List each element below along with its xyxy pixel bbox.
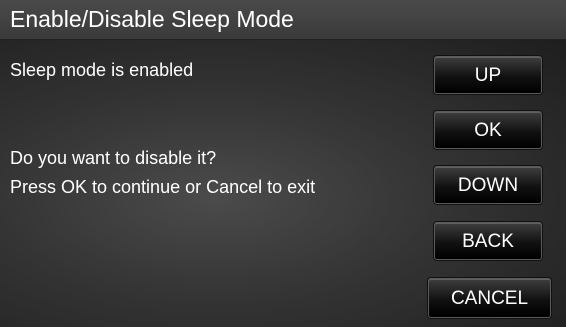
back-button[interactable]: BACK — [434, 222, 542, 260]
disable-question-text: Do you want to disable it? — [10, 148, 217, 168]
sleep-status-text: Sleep mode is enabled — [10, 60, 194, 80]
ok-button[interactable]: OK — [434, 111, 542, 149]
up-button[interactable]: UP — [434, 56, 542, 94]
cancel-button[interactable]: CANCEL — [428, 278, 551, 318]
instruction-text: Press OK to continue or Cancel to exit — [10, 177, 316, 197]
title-bar: Enable/Disable Sleep Mode — [0, 0, 566, 40]
control-panel-screen: Enable/Disable Sleep Mode Sleep mode is … — [0, 0, 566, 327]
down-button[interactable]: DOWN — [434, 166, 542, 204]
content-area: Sleep mode is enabled Do you want to dis… — [0, 40, 566, 327]
page-title: Enable/Disable Sleep Mode — [10, 6, 294, 32]
